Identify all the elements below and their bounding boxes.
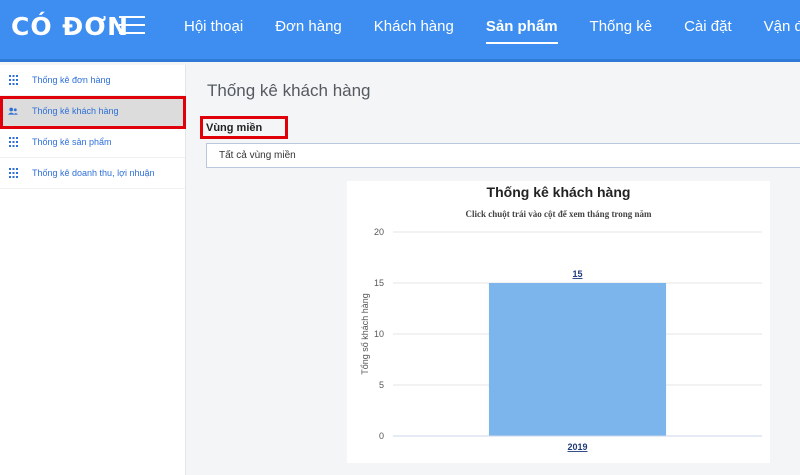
- app-logo[interactable]: CÓ ĐƠN: [11, 12, 129, 41]
- nav-item-1[interactable]: Đơn hàng: [259, 0, 358, 62]
- nav-item-4[interactable]: Thống kê: [574, 0, 669, 62]
- customer-chart: 0 5 10 15 20 Tổng số khách hàng 15 2019: [360, 227, 762, 452]
- main-nav: Hội thoại Đơn hàng Khách hàng Sản phẩm Thống…: [168, 0, 800, 62]
- nav-item-6[interactable]: Vận đơn: [748, 0, 800, 62]
- page-title: Thống kê khách hàng: [207, 81, 371, 100]
- bar[interactable]: [488, 283, 667, 436]
- grid-dots-icon: [8, 136, 18, 147]
- grid-dots-icon: [8, 167, 18, 178]
- y-tick-label: 10: [374, 329, 384, 339]
- grid-dots-icon: [8, 74, 18, 85]
- nav-item-2[interactable]: Khách hàng: [358, 0, 470, 62]
- main-content: Thống kê khách hàng Vùng miền Tất cả vùn…: [187, 65, 800, 475]
- chart-card: 0 5 10 15 20 Tổng số khách hàng 15 2019 Thống k…: [347, 181, 770, 463]
- y-tick-label: 0: [379, 431, 384, 441]
- sidebar: Thống kê đơn hàng Thống kê khách hàng Thốn…: [0, 65, 186, 475]
- y-tick-label: 15: [374, 278, 384, 288]
- sidebar-item-2[interactable]: Thống kê sản phẩm: [0, 127, 185, 158]
- region-filter-label: Vùng miền: [206, 122, 263, 134]
- region-select[interactable]: Tất cả vùng miền: [206, 143, 800, 168]
- chart-subtitle: Click chuột trái vào cột để xem tháng tr…: [465, 209, 652, 219]
- sidebar-item-label: Thống kê khách hàng: [32, 106, 119, 116]
- hamburger-menu-icon[interactable]: [119, 16, 145, 36]
- sidebar-item-label: Thống kê đơn hàng: [32, 75, 111, 85]
- nav-item-0[interactable]: Hội thoại: [168, 0, 259, 62]
- sidebar-item-1[interactable]: Thống kê khách hàng: [0, 96, 185, 127]
- data-label: 15: [572, 269, 582, 279]
- sidebar-item-0[interactable]: Thống kê đơn hàng: [0, 65, 185, 96]
- sidebar-item-label: Thống kê doanh thu, lợi nhuận: [32, 168, 155, 178]
- sidebar-item-3[interactable]: Thống kê doanh thu, lợi nhuận: [0, 158, 185, 189]
- y-tick-label: 20: [374, 227, 384, 237]
- sidebar-item-label: Thống kê sản phẩm: [32, 137, 112, 147]
- chart-title: Thống kê khách hàng: [486, 184, 631, 200]
- nav-item-3[interactable]: Sản phẩm: [470, 0, 574, 62]
- x-tick-label: 2019: [567, 442, 587, 452]
- nav-item-5[interactable]: Cài đặt: [668, 0, 748, 62]
- y-tick-label: 5: [379, 380, 384, 390]
- y-axis-label: Tổng số khách hàng: [360, 293, 370, 375]
- users-icon: [8, 106, 18, 116]
- top-navigation-bar: CÓ ĐƠN Hội thoại Đơn hàng Khách hàng Sản ph…: [0, 0, 800, 62]
